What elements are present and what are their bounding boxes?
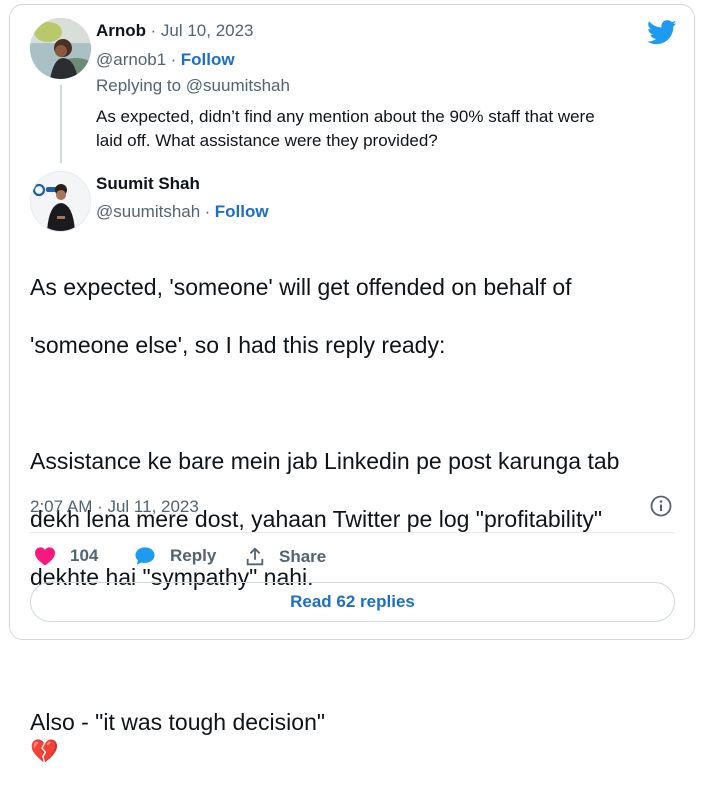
separator-dot: ·: [170, 50, 177, 69]
tweet-timestamp[interactable]: 2:07 AM · Jul 11, 2023: [30, 497, 199, 517]
info-icon[interactable]: [650, 495, 672, 517]
follow-button[interactable]: Follow: [215, 202, 269, 221]
tweet-body: As expected, 'someone' will get offended…: [30, 244, 690, 795]
avatar-arnob[interactable]: [30, 18, 91, 79]
author-handle[interactable]: @arnob1: [96, 50, 166, 69]
reply-label: Reply: [170, 546, 217, 565]
avatar-suumit[interactable]: [30, 171, 91, 232]
tweet-text-line: Also - "it was tough decision" 💔: [30, 679, 690, 766]
replying-to[interactable]: Replying to @suumitshah: [96, 76, 290, 96]
tweet-date[interactable]: · Jul 10, 2023: [151, 21, 254, 40]
share-upload-icon: [246, 547, 264, 566]
follow-button[interactable]: Follow: [181, 50, 235, 69]
share-label: Share: [279, 547, 327, 566]
reply-handle-row: @arnob1 · Follow: [96, 50, 235, 70]
broken-heart-emoji: 💔: [30, 738, 59, 764]
main-handle-row: @suumitshah · Follow: [96, 202, 269, 222]
divider: [30, 532, 675, 533]
like-button[interactable]: 104: [34, 546, 98, 566]
tweet-text-line: Assistance ke bare mein jab Linkedin pe …: [30, 448, 620, 474]
reply-text-line-2: laid off. What assistance were they prov…: [96, 131, 438, 150]
read-replies-label: Read 62 replies: [290, 592, 415, 611]
main-header: Suumit Shah: [96, 174, 200, 194]
share-button[interactable]: Share: [244, 546, 326, 568]
speech-bubble-icon: [135, 547, 155, 565]
tweet-text-line: 'someone else', so I had this reply read…: [30, 332, 446, 358]
twitter-bird-icon[interactable]: [647, 20, 677, 45]
author-handle[interactable]: @suumitshah: [96, 202, 200, 221]
read-replies-button[interactable]: Read 62 replies: [30, 582, 675, 622]
author-name[interactable]: Suumit Shah: [96, 174, 200, 193]
tweet-text-last: Also - "it was tough decision": [30, 709, 326, 735]
tweet-card: Arnob · Jul 10, 2023 @arnob1 · Follow Re…: [9, 4, 695, 764]
tweet-text-line: As expected, 'someone' will get offended…: [30, 274, 572, 300]
thread-connector: [60, 85, 62, 163]
like-count: 104: [70, 546, 99, 565]
heart-icon: [35, 547, 55, 566]
separator-dot: ·: [204, 202, 211, 221]
author-name[interactable]: Arnob: [96, 21, 146, 40]
reply-text-line-1: As expected, didn’t find any mention abo…: [96, 107, 595, 126]
reply-header: Arnob · Jul 10, 2023: [96, 21, 254, 41]
reply-button[interactable]: Reply: [134, 546, 216, 566]
